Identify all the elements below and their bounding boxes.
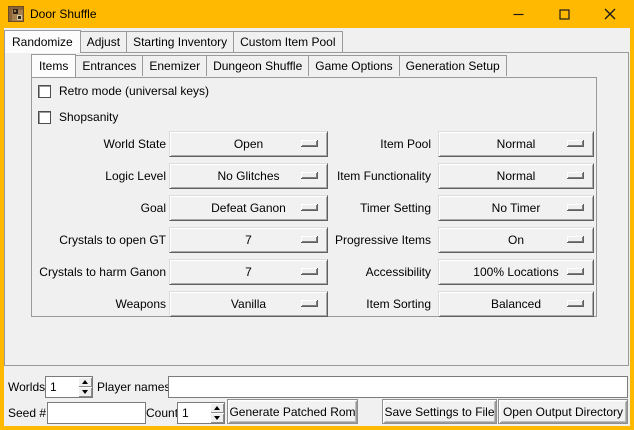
subtab-dungeon-shuffle[interactable]: Dungeon Shuffle: [206, 55, 309, 76]
minimize-icon: [513, 9, 524, 20]
dropdown-indicator-icon: [567, 268, 584, 275]
dropdown-indicator-icon: [567, 140, 584, 147]
accessibility-label: Accessibility: [302, 259, 431, 285]
minimize-button[interactable]: [495, 0, 541, 28]
save-settings-button[interactable]: Save Settings to File: [382, 399, 497, 424]
crystals-gt-label: Crystals to open GT: [40, 227, 166, 253]
subtab-game-options[interactable]: Game Options: [308, 55, 399, 76]
seed-input[interactable]: [47, 402, 146, 424]
item-sorting-value: Balanced: [491, 297, 541, 311]
accessibility-value: 100% Locations: [473, 265, 558, 279]
window-title: Door Shuffle: [30, 0, 97, 28]
item-functionality-dropdown[interactable]: Normal: [438, 163, 594, 189]
progressive-items-dropdown[interactable]: On: [438, 227, 594, 253]
count-input[interactable]: [178, 403, 210, 423]
dropdown-indicator-icon: [567, 300, 584, 307]
subtab-entrances[interactable]: Entrances: [75, 55, 143, 76]
player-names-label: Player names: [97, 376, 170, 398]
maximize-icon: [559, 9, 570, 20]
subtab-enemizer[interactable]: Enemizer: [142, 55, 207, 76]
spin-up-icon: [214, 406, 220, 410]
count-spin-down-button[interactable]: [210, 413, 224, 423]
weapons-value: Vanilla: [231, 297, 266, 311]
progressive-items-label: Progressive Items: [302, 227, 431, 253]
shopsanity-row: Shopsanity: [38, 110, 118, 124]
dropdown-indicator-icon: [567, 172, 584, 179]
worlds-spin-down-button[interactable]: [78, 387, 92, 397]
goal-label: Goal: [40, 195, 166, 221]
timer-setting-dropdown[interactable]: No Timer: [438, 195, 594, 221]
shopsanity-label: Shopsanity: [59, 110, 118, 124]
spin-down-icon: [82, 390, 88, 394]
generate-patched-rom-button[interactable]: Generate Patched Rom: [227, 399, 358, 424]
sub-tab-bar: Items Entrances Enemizer Dungeon Shuffle…: [31, 55, 506, 77]
tab-adjust[interactable]: Adjust: [80, 31, 127, 52]
client-area: Randomize Adjust Starting Inventory Cust…: [4, 28, 630, 426]
spin-up-icon: [82, 380, 88, 384]
item-functionality-label: Item Functionality: [302, 163, 431, 189]
world-state-label: World State: [40, 131, 166, 157]
goal-value: Defeat Ganon: [211, 201, 286, 215]
worlds-spinbox[interactable]: [45, 376, 93, 398]
worlds-input[interactable]: [46, 377, 78, 397]
progressive-items-value: On: [508, 233, 524, 247]
retro-mode-checkbox[interactable]: [38, 85, 51, 98]
item-pool-label: Item Pool: [302, 131, 431, 157]
world-state-value: Open: [234, 137, 263, 151]
count-label: Count: [146, 402, 178, 424]
app-icon: [8, 6, 24, 22]
crystals-ganon-label: Crystals to harm Ganon: [32, 259, 166, 285]
logic-level-label: Logic Level: [40, 163, 166, 189]
seed-label: Seed #: [8, 402, 46, 424]
dropdown-indicator-icon: [567, 204, 584, 211]
player-names-input[interactable]: [168, 376, 628, 398]
timer-setting-label: Timer Setting: [302, 195, 431, 221]
worlds-label: Worlds: [8, 376, 45, 398]
count-spinbox[interactable]: [177, 402, 225, 424]
main-tab-bar: Randomize Adjust Starting Inventory Cust…: [4, 30, 342, 53]
shopsanity-checkbox[interactable]: [38, 111, 51, 124]
worlds-spin-up-button[interactable]: [78, 377, 92, 387]
item-pool-dropdown[interactable]: Normal: [438, 131, 594, 157]
item-sorting-dropdown[interactable]: Balanced: [438, 291, 594, 317]
retro-mode-row: Retro mode (universal keys): [38, 84, 209, 98]
logic-level-value: No Glitches: [217, 169, 279, 183]
item-functionality-value: Normal: [497, 169, 536, 183]
tab-starting-inventory[interactable]: Starting Inventory: [126, 31, 234, 52]
weapons-label: Weapons: [40, 291, 166, 317]
subtab-generation-setup[interactable]: Generation Setup: [399, 55, 507, 76]
item-sorting-label: Item Sorting: [302, 291, 431, 317]
spin-down-icon: [214, 416, 220, 420]
accessibility-dropdown[interactable]: 100% Locations: [438, 259, 594, 285]
subtab-items[interactable]: Items: [31, 54, 76, 77]
timer-setting-value: No Timer: [492, 201, 541, 215]
open-output-directory-button[interactable]: Open Output Directory: [498, 399, 628, 424]
tab-custom-item-pool[interactable]: Custom Item Pool: [233, 31, 342, 52]
titlebar[interactable]: Door Shuffle: [0, 0, 634, 28]
items-page: Retro mode (universal keys) Shopsanity W…: [31, 77, 597, 317]
crystals-gt-value: 7: [245, 233, 252, 247]
app-window: Door Shuffle Randomize Adjust Starting I…: [0, 0, 634, 430]
close-icon: [604, 8, 616, 20]
dropdown-indicator-icon: [567, 236, 584, 243]
close-button[interactable]: [587, 0, 633, 28]
retro-mode-label: Retro mode (universal keys): [59, 84, 209, 98]
item-pool-value: Normal: [497, 137, 536, 151]
tab-randomize[interactable]: Randomize: [4, 30, 81, 53]
maximize-button[interactable]: [541, 0, 587, 28]
count-spin-up-button[interactable]: [210, 403, 224, 413]
crystals-ganon-value: 7: [245, 265, 252, 279]
